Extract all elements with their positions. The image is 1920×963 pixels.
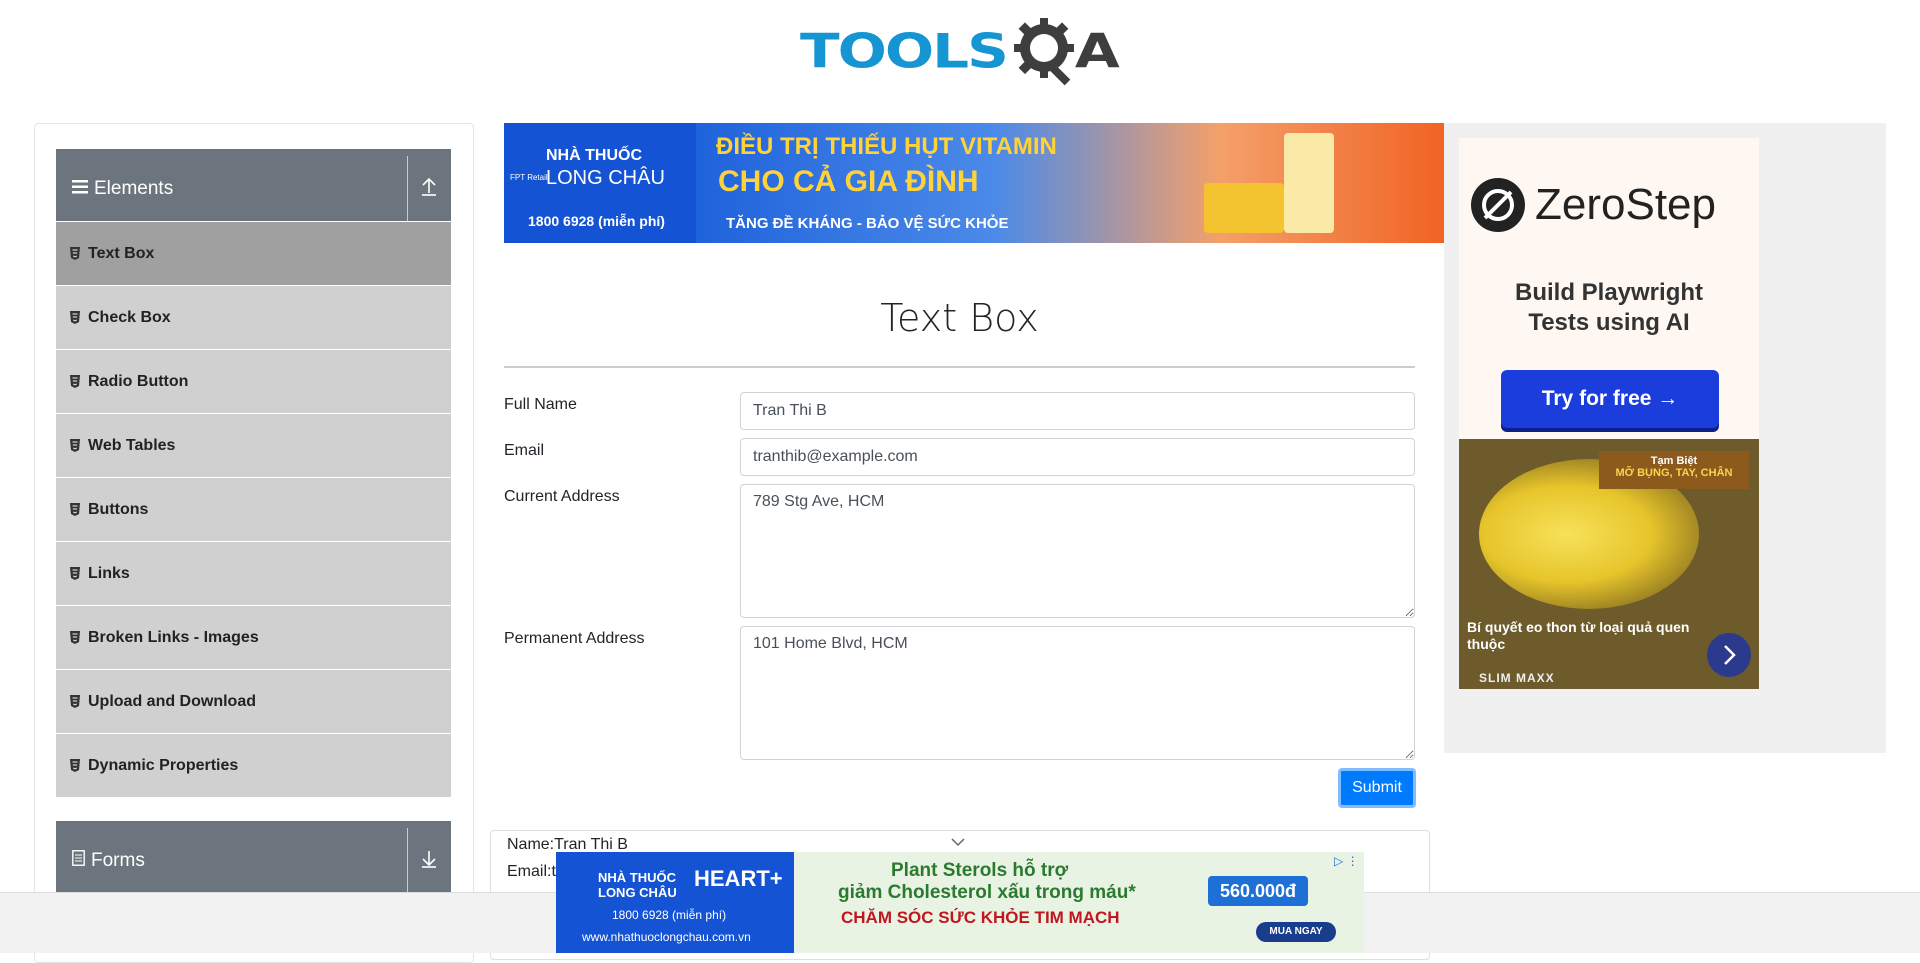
current-address-textarea[interactable]: 789 Stg Ave, HCM [740,484,1415,618]
zerostep-logo-icon [1471,178,1525,232]
sidebar-item-label: Web Tables [88,436,176,454]
logo-a-text: A [1074,23,1120,79]
banana-ad-text: Bí quyết eo thon từ loại quả quen thuộc [1467,619,1690,652]
hamburger-icon [72,177,88,200]
fpt-retail-label: FPT Retail [510,173,548,182]
banner-headline-3: TĂNG ĐỀ KHÁNG - BẢO VỆ SỨC KHỎE [726,215,1009,232]
chevron-down-icon[interactable] [951,837,965,847]
html5-icon [70,375,80,388]
group-title: Elements [94,177,174,199]
sidebar-item-check-box[interactable]: Check Box [56,285,451,349]
sidebar-item-text-box[interactable]: Text Box [56,221,451,285]
product-package-image [1204,183,1284,233]
sidebar-item-label: Upload and Download [88,692,256,710]
sidebar-item-label: Buttons [88,500,149,518]
title-divider [504,366,1415,368]
sidebar-item-buttons[interactable]: Buttons [56,477,451,541]
sidebar-item-upload-download[interactable]: Upload and Download [56,669,451,733]
permanent-address-label: Permanent Address [504,630,645,647]
product-box-image [1284,133,1334,233]
sidebar-item-label: Check Box [88,308,171,326]
site-header: TOOLS A [0,0,1920,100]
sidebar-group-elements[interactable]: Elements [56,149,451,228]
banner-phone: 1800 6928 (miễn phí) [528,213,665,229]
bottom-ad-headline-1: Plant Sterols hỗ trợ [891,860,1069,881]
bottom-ad-brand: NHÀ THUỐC LONG CHÂU [598,870,677,900]
banana-ad[interactable]: Tạm Biệt MỠ BỤNG, TAY, CHÂN Bí quyết eo … [1459,439,1759,689]
heart-plus-label: HEART+ [694,866,783,891]
sidebar-group-forms[interactable]: Forms [56,821,451,900]
gear-magnifier-icon [1013,18,1074,86]
banner-brand-line1: NHÀ THUỐC [546,147,642,164]
top-banner-ad[interactable]: FPT Retail NHÀ THUỐC LONG CHÂU 1800 6928… [504,123,1444,243]
banana-badge: Tạm Biệt MỠ BỤNG, TAY, CHÂN [1599,451,1749,489]
output-email: Email:tr [507,863,562,880]
sidebar-item-label: Text Box [88,244,155,262]
collapse-up-icon[interactable] [420,177,440,201]
group-title: Forms [91,849,145,871]
banner-brand-line2: LONG CHÂU [546,167,665,189]
html5-icon [70,311,80,324]
submit-button[interactable]: Submit [1338,768,1416,808]
sidebar-item-label: Links [88,564,130,582]
side-ad-panel: ZeroStep Build Playwright Tests using AI… [1444,123,1886,753]
banana-badge-line2: MỠ BỤNG, TAY, CHÂN [1615,467,1733,479]
sidebar-item-links[interactable]: Links [56,541,451,605]
html5-icon [70,247,80,260]
zerostep-ad[interactable]: ZeroStep Build Playwright Tests using AI… [1459,138,1759,440]
zerostep-tagline: Build Playwright Tests using AI [1459,278,1759,338]
banana-ad-brand: SLIM MAXX [1479,671,1555,685]
email-input[interactable] [740,438,1415,476]
group-divider [407,156,408,222]
html5-icon [70,567,80,580]
sidebar-item-label: Dynamic Properties [88,756,239,774]
page-title: Text Box [880,296,1039,340]
bottom-ad-brand-line2: LONG CHÂU [598,885,677,900]
email-label: Email [504,442,545,459]
zerostep-logo: ZeroStep [1471,178,1716,232]
html5-icon [70,631,80,644]
expand-down-icon[interactable] [420,849,440,873]
sidebar-item-web-tables[interactable]: Web Tables [56,413,451,477]
sidebar-item-label: Radio Button [88,372,189,390]
price-badge: 560.000đ [1208,876,1308,906]
bottom-ad-website: www.nhathuoclongchau.com.vn [582,930,751,944]
banner-headline-1: ĐIỀU TRỊ THIẾU HỤT VITAMIN [716,133,1057,160]
bottom-ad-headline-2: giảm Cholesterol xấu trong máu* [838,882,1136,903]
sidebar-item-radio-button[interactable]: Radio Button [56,349,451,413]
bottom-ad-phone: 1800 6928 (miễn phí) [612,908,727,922]
html5-icon [70,695,80,708]
buy-now-button[interactable]: MUA NGAY [1256,922,1336,942]
sidebar-item-label: Broken Links - Images [88,628,259,646]
elements-menu-list: Text Box Check Box Radio Button Web Tabl… [56,221,451,797]
bottom-ad-brand-block: NHÀ THUỐC LONG CHÂU HEART+ 1800 6928 (miễ… [556,852,794,953]
group-divider [407,828,408,894]
html5-icon [70,439,80,452]
banner-headline-2: CHO CẢ GIA ĐÌNH [718,165,979,198]
document-icon [72,849,85,872]
full-name-input[interactable] [740,392,1415,430]
zerostep-name: ZeroStep [1535,180,1716,229]
html5-icon [70,503,80,516]
zerostep-tagline-line1: Build Playwright [1514,279,1703,306]
current-address-label: Current Address [504,488,620,505]
logo-tools-text: TOOLS [800,23,1009,79]
zerostep-tagline-line2: Tests using AI [1528,309,1690,336]
try-for-free-button[interactable]: Try for free → [1501,370,1719,428]
sidebar-panel: Elements Text Box Check Box Radio Button… [34,123,474,963]
html5-icon [70,759,80,772]
banner-brand-block: FPT Retail NHÀ THUỐC LONG CHÂU 1800 6928… [504,123,696,243]
bottom-banner-ad[interactable]: NHÀ THUỐC LONG CHÂU HEART+ 1800 6928 (miễ… [556,852,1364,953]
bottom-ad-headline-3: CHĂM SÓC SỨC KHỎE TIM MẠCH [841,908,1120,927]
ad-choices-icon[interactable]: ▷ ⋮ [1334,854,1359,868]
sidebar-item-dynamic-properties[interactable]: Dynamic Properties [56,733,451,797]
banana-badge-line1: Tạm Biệt [1650,455,1698,467]
bottom-ad-brand-line1: NHÀ THUỐC [598,870,676,885]
sidebar-item-broken-links[interactable]: Broken Links - Images [56,605,451,669]
permanent-address-textarea[interactable]: 101 Home Blvd, HCM [740,626,1415,760]
full-name-label: Full Name [504,396,577,413]
chevron-right-icon[interactable] [1707,633,1751,677]
toolsqa-logo[interactable]: TOOLS A [800,14,1120,88]
